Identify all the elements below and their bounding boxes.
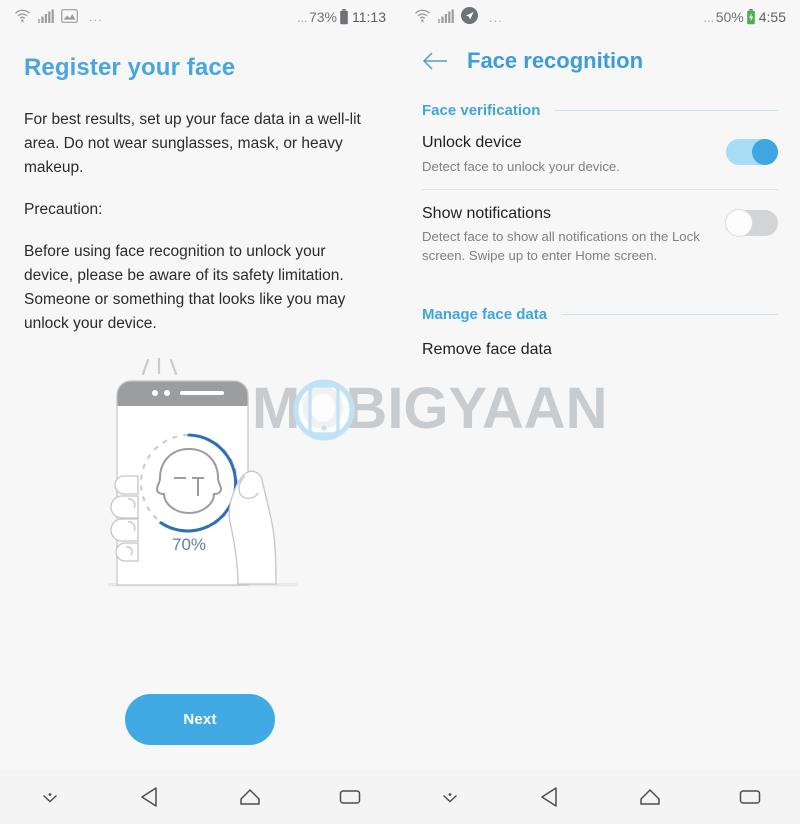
instruction-paragraph-1: For best results, set up your face data …	[24, 111, 361, 177]
home-icon[interactable]	[600, 784, 700, 810]
back-icon[interactable]	[100, 784, 200, 810]
section-label: Face verification	[422, 102, 541, 119]
scan-progress-label: 70%	[172, 535, 206, 554]
light-rays-icon	[141, 358, 178, 376]
home-icon[interactable]	[200, 784, 300, 810]
hide-keyboard-icon[interactable]	[400, 789, 500, 805]
battery-percent-left: 73%	[308, 9, 337, 25]
register-face-screen: ... ... 73% 11:13 Register your face For…	[0, 0, 400, 824]
section-divider	[554, 110, 778, 111]
status-bar-right: ... ... 50% 4:55	[400, 0, 800, 34]
toggle-unlock-device[interactable]	[726, 139, 778, 165]
signal-icon	[438, 9, 454, 26]
location-icon	[461, 7, 478, 27]
status-bar-right-info-2: ... 50% 4:55	[704, 9, 786, 25]
recents-icon[interactable]	[300, 786, 400, 808]
wifi-icon	[14, 8, 31, 26]
section-header-manage-face-data: Manage face data	[400, 306, 800, 323]
battery-percent-right: 50%	[715, 9, 744, 25]
instructions-block: For best results, set up your face data …	[0, 82, 400, 336]
row-title: Show notifications	[422, 204, 551, 222]
toggle-knob	[726, 209, 752, 236]
section-label: Manage face data	[422, 305, 548, 323]
setting-row-unlock-device[interactable]: Unlock device Detect face to unlock your…	[400, 119, 800, 189]
section-header-face-verification: Face verification	[400, 102, 800, 119]
toggle-knob	[752, 139, 778, 165]
next-button[interactable]: Next	[125, 694, 275, 745]
section-divider	[561, 313, 778, 315]
status-battery-prefix: ...	[296, 9, 308, 25]
precaution-label: Precaution:	[24, 201, 103, 219]
page-title: Register your face	[24, 54, 236, 81]
instruction-paragraph-2: Before using face recognition to unlock …	[24, 243, 346, 333]
status-bar-left: ... ... 73% 11:13	[0, 0, 400, 34]
clock-right: 4:55	[758, 9, 786, 25]
nav-bar-right	[400, 770, 800, 824]
status-bar-right-info: ... 73% 11:13	[297, 9, 386, 25]
screen-title: Face recognition	[467, 48, 644, 73]
status-battery-prefix: ...	[703, 9, 715, 25]
face-scan-illustration: 70%	[108, 358, 298, 587]
wifi-icon	[414, 8, 431, 26]
row-text: Unlock device Detect face to unlock your…	[422, 133, 726, 177]
back-arrow-icon[interactable]	[422, 51, 449, 71]
setting-row-show-notifications[interactable]: Show notifications Detect face to show a…	[400, 190, 800, 278]
app-bar: Face recognition	[400, 34, 800, 74]
hide-keyboard-icon[interactable]	[0, 789, 100, 805]
row-text: Show notifications Detect face to show a…	[422, 204, 726, 266]
back-icon[interactable]	[500, 784, 600, 810]
status-bar-left-icons: ...	[14, 8, 103, 26]
dual-screenshot-container: ... ... 73% 11:13 Register your face For…	[0, 0, 800, 824]
next-button-container: Next	[0, 694, 400, 745]
signal-icon	[38, 9, 54, 26]
recents-icon[interactable]	[700, 786, 800, 808]
status-bar-left-icons-2: ...	[414, 7, 503, 27]
status-overflow-dots: ...	[89, 9, 103, 24]
row-title: Unlock device	[422, 134, 522, 151]
battery-icon	[746, 9, 756, 25]
face-recognition-settings-screen: ... ... 50% 4:55 Face recognition Face v…	[400, 0, 800, 824]
row-subtitle: Detect face to unlock your device.	[422, 158, 620, 174]
fingers-icon	[110, 475, 139, 562]
menu-item-remove-face-data[interactable]: Remove face data	[400, 323, 800, 371]
status-overflow-dots: ...	[489, 10, 503, 25]
clock-left: 11:13	[352, 9, 386, 25]
nav-bar-left	[0, 770, 400, 824]
toggle-show-notifications[interactable]	[726, 209, 778, 236]
screenshot-icon	[61, 8, 78, 26]
row-subtitle: Detect face to show all notifications on…	[422, 229, 700, 264]
illustration-area: 70%	[0, 354, 400, 604]
battery-icon	[339, 9, 349, 25]
